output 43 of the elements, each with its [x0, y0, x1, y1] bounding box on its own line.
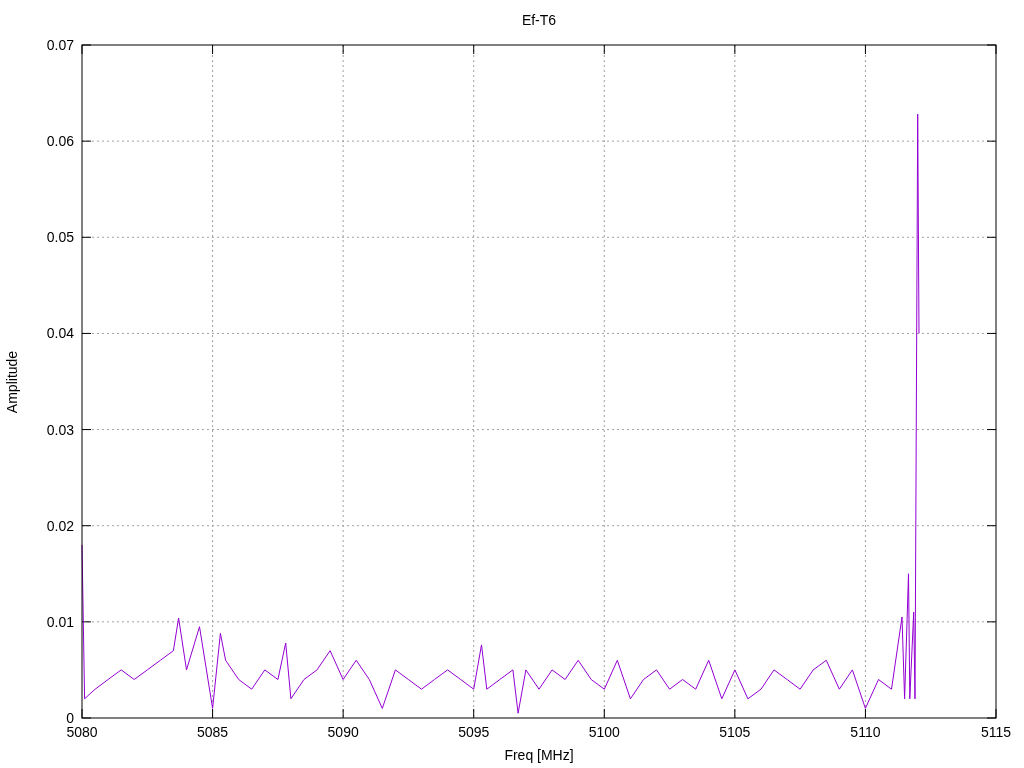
tick-label: 5095 [458, 724, 490, 740]
tick-mark [864, 708, 866, 719]
tick-label: 5110 [850, 724, 881, 740]
tick-mark [81, 429, 92, 431]
axis-title: Freq [MHz] [504, 747, 574, 763]
tick-mark [986, 525, 997, 527]
tick-mark [81, 332, 92, 334]
tick-mark [81, 621, 92, 623]
tick-mark [986, 236, 997, 238]
tick-label: 0.07 [46, 37, 74, 53]
tick-label: 0 [66, 710, 74, 726]
tick-label: 5080 [66, 724, 98, 740]
axis-title: Amplitude [4, 350, 20, 414]
tick-label: 5100 [588, 724, 620, 740]
tick-label: 0.06 [46, 133, 74, 150]
tick-mark [81, 236, 92, 238]
tick-mark [473, 44, 475, 55]
tick-label: 5115 [980, 724, 1012, 740]
tick-label: 0.01 [46, 613, 74, 630]
tick-label: 0.03 [46, 421, 74, 438]
tick-mark [986, 621, 997, 623]
tick-mark [986, 140, 997, 142]
tick-mark [986, 332, 997, 334]
tick-mark [212, 708, 214, 719]
tick-mark [986, 429, 997, 431]
tick-mark [603, 708, 605, 719]
tick-mark [864, 44, 866, 55]
tick-mark [342, 708, 344, 719]
tick-mark [603, 44, 605, 55]
tick-label: 5085 [197, 724, 229, 740]
tick-mark [342, 44, 344, 55]
tick-mark [212, 44, 214, 55]
chart-title: Ef-T6 [521, 12, 557, 28]
tick-mark [81, 140, 92, 142]
tick-label: 0.04 [46, 325, 74, 342]
tick-mark [473, 708, 475, 719]
tick-label: 5090 [327, 724, 359, 740]
tick-mark [734, 44, 736, 55]
tick-label: 0.02 [46, 517, 74, 534]
tick-label: 0.05 [46, 229, 74, 246]
tick-label: 5105 [719, 724, 751, 740]
tick-mark [81, 525, 92, 527]
tick-mark [734, 708, 736, 719]
